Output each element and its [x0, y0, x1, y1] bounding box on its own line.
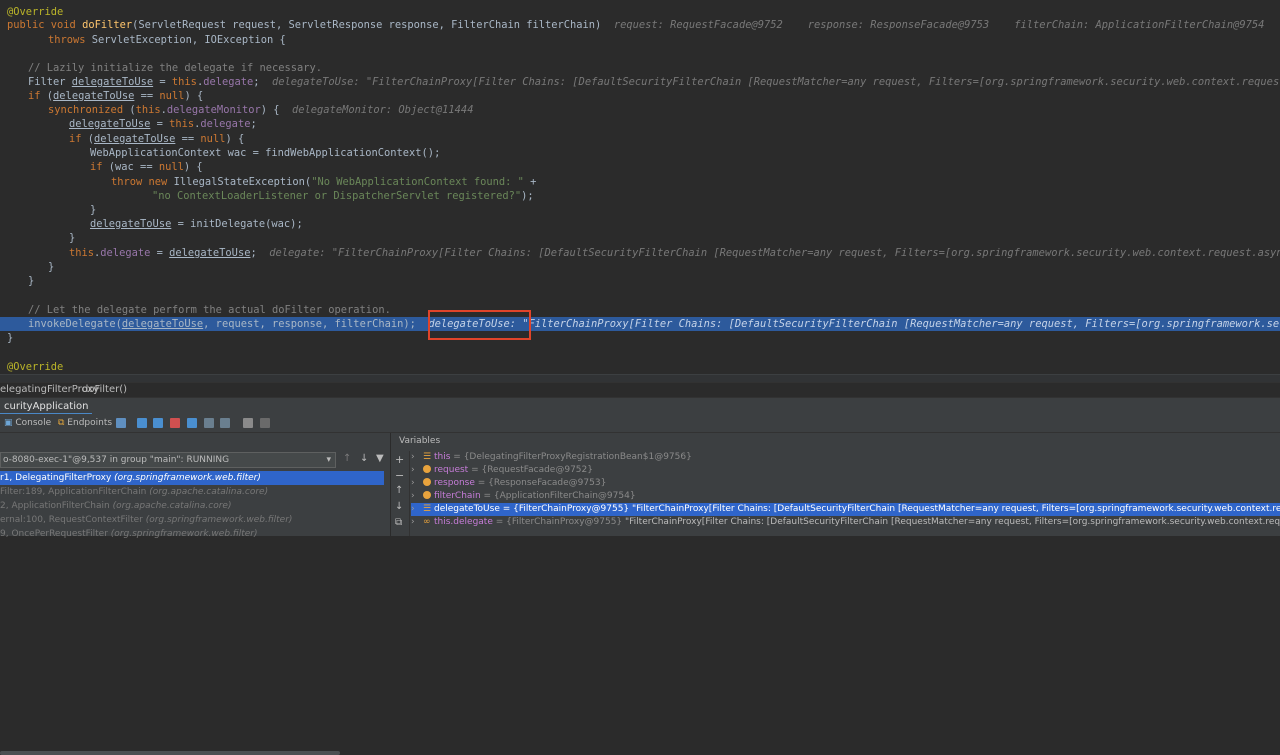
parameter-icon [423, 465, 431, 473]
drop-frame-icon[interactable] [204, 418, 214, 428]
inline-debug-hint: delegateToUse: "FilterChainProxy[Filter … [272, 76, 1280, 88]
code-line: this.delegate = delegateToUse; delegate:… [0, 246, 1280, 260]
breadcrumb-method[interactable]: doFilter() [82, 383, 127, 397]
variables-title: Variables [399, 436, 441, 446]
code-line: // Lazily initialize the delegate if nec… [28, 62, 323, 74]
current-execution-line: invokeDelegate(delegateToUse, request, r… [0, 317, 1280, 331]
expand-arrow-icon[interactable]: › [411, 490, 423, 503]
evaluate-expression-icon[interactable] [243, 418, 253, 428]
code-line: if (wac == null) { [90, 161, 203, 173]
stack-frame[interactable]: ernal:100, RequestContextFilter (org.spr… [0, 513, 384, 527]
force-step-into-icon[interactable] [170, 418, 180, 428]
expand-arrow-icon[interactable]: › [411, 451, 423, 464]
inline-debug-hint: request: RequestFacade@9752 response: Re… [613, 19, 1265, 31]
expand-arrow-icon[interactable]: › [411, 477, 423, 490]
stack-frame[interactable]: r1, DelegatingFilterProxy (org.springfra… [0, 471, 384, 485]
variables-side-toolbar: + − ↑ ↓ ⧉ [391, 451, 410, 536]
expand-arrow-icon[interactable]: › [411, 516, 423, 529]
code-line: } [48, 261, 55, 273]
step-out-icon[interactable] [187, 418, 197, 428]
code-line: // Let the delegate perform the actual d… [28, 304, 391, 316]
remove-watch-icon[interactable]: − [395, 469, 404, 482]
parameter-icon [423, 491, 431, 499]
arrow-up-icon[interactable]: ↑ [395, 485, 403, 496]
chevron-right-icon: › [72, 384, 76, 395]
code-line: WebApplicationContext wac = findWebAppli… [90, 147, 441, 159]
thread-select[interactable]: o-8080-exec-1"@9,537 in group "main": RU… [0, 452, 336, 468]
code-line: public void doFilter(ServletRequest requ… [7, 19, 1265, 31]
object-icon: ☰ [423, 504, 432, 514]
console-tab[interactable]: ▣ Console [4, 417, 51, 429]
debug-toolbar: ▣ Console ⧉ Endpoints [0, 414, 1280, 433]
variable-row[interactable]: › request = {RequestFacade@9752} [411, 464, 1280, 477]
console-icon: ▣ [4, 418, 16, 428]
settings-list-icon[interactable] [260, 418, 270, 428]
frames-panel: o-8080-exec-1"@9,537 in group "main": RU… [0, 433, 391, 539]
code-line: throws ServletException, IOException { [48, 34, 286, 46]
parameter-icon [423, 478, 431, 486]
chevron-down-icon: ▾ [326, 455, 331, 465]
variable-row[interactable]: › ☰ this = {DelegatingFilterProxyRegistrat… [411, 451, 1280, 464]
endpoints-icon: ⧉ [58, 418, 68, 428]
code-editor[interactable]: @Override public void doFilter(ServletRe… [0, 0, 1280, 375]
code-line: throw new IllegalStateException("No WebA… [111, 176, 537, 188]
filter-icon[interactable]: ▼ [376, 453, 384, 464]
copy-icon[interactable]: ⧉ [395, 517, 402, 528]
code-line: "no ContextLoaderListener or DispatcherS… [152, 190, 534, 202]
code-line: } [28, 275, 35, 287]
stack-frame[interactable]: Filter:189, ApplicationFilterChain (org.… [0, 485, 384, 499]
inline-debug-hint: delegateToUse: "FilterChainProxy[Filter … [428, 318, 1280, 330]
inline-debug-hint: delegate: "FilterChainProxy[Filter Chain… [269, 247, 1280, 259]
show-execution-point-icon[interactable] [116, 418, 126, 428]
code-line: @Override [7, 361, 64, 373]
arrow-down-icon[interactable]: ↓ [360, 453, 368, 464]
code-line: delegateToUse = initDelegate(wac); [90, 218, 303, 230]
variables-panel: Variables + − ↑ ↓ ⧉ › ☰ this = {Delegating… [391, 433, 1280, 536]
expand-arrow-icon[interactable]: › [411, 464, 423, 477]
code-line: @Override [7, 6, 64, 18]
scrollbar-thumb[interactable] [0, 751, 340, 755]
object-icon: ☰ [423, 452, 432, 462]
code-line: delegateToUse = this.delegate; [69, 118, 257, 130]
add-watch-icon[interactable]: + [395, 453, 404, 466]
run-to-cursor-icon[interactable] [220, 418, 230, 428]
code-line: } [90, 204, 97, 216]
step-over-icon[interactable] [137, 418, 147, 428]
stack-frame[interactable]: 2, ApplicationFilterChain (org.apache.ca… [0, 499, 384, 513]
arrow-up-icon[interactable]: ↑ [343, 453, 351, 464]
inline-debug-hint: delegateMonitor: Object@11444 [292, 104, 474, 116]
variable-row-selected[interactable]: › ☰ delegateToUse = {FilterChainProxy@9755… [411, 503, 1280, 516]
step-into-icon[interactable] [153, 418, 163, 428]
arrow-down-icon[interactable]: ↓ [395, 501, 403, 512]
highlight-annotation-box [428, 310, 531, 340]
variable-row[interactable]: › response = {ResponseFacade@9753} [411, 477, 1280, 490]
code-line: } [69, 232, 76, 244]
tab-run-config[interactable]: curityApplication [0, 398, 93, 415]
variable-row[interactable]: › filterChain = {ApplicationFilterChain@9… [411, 490, 1280, 503]
variable-row[interactable]: › ∞ this.delegate = {FilterChainProxy@9755… [411, 516, 1280, 529]
endpoints-tab[interactable]: ⧉ Endpoints [58, 417, 112, 429]
expand-arrow-icon[interactable]: › [411, 503, 423, 516]
stack-frames-list: r1, DelegatingFilterProxy (org.springfra… [0, 471, 384, 541]
code-line: Filter delegateToUse = this.delegate; de… [0, 75, 1280, 89]
stack-frame[interactable]: 9, OncePerRequestFilter (org.springframe… [0, 527, 384, 541]
code-line: synchronized (this.delegateMonitor) { de… [48, 104, 474, 116]
debug-tab-bar: curityApplication [0, 397, 1280, 415]
breadcrumb: elegatingFilterProxy › doFilter() [0, 382, 1280, 397]
code-line: if (delegateToUse == null) { [28, 90, 204, 102]
watch-icon: ∞ [423, 517, 431, 527]
code-line: if (delegateToUse == null) { [69, 133, 245, 145]
code-line: } [7, 332, 14, 344]
